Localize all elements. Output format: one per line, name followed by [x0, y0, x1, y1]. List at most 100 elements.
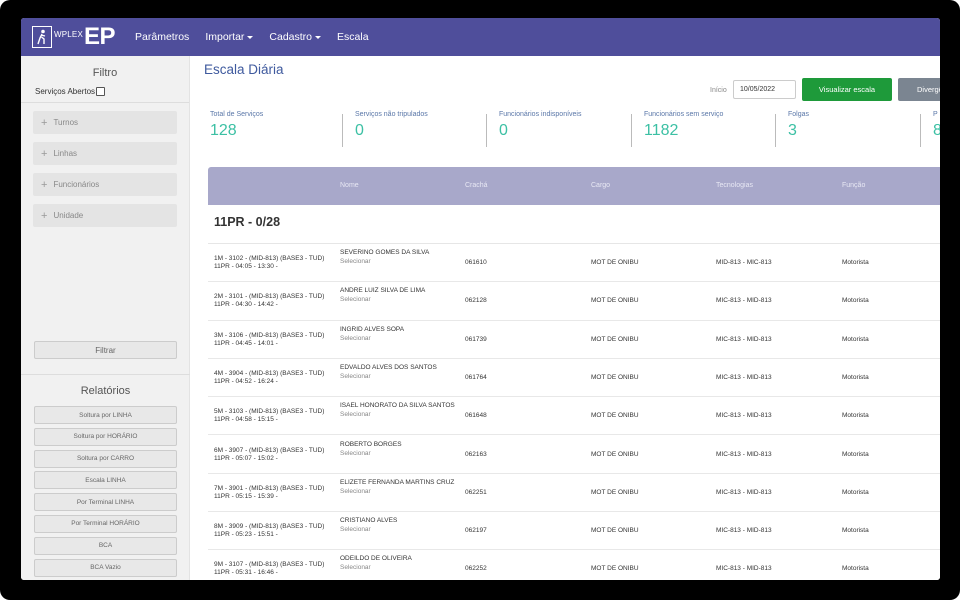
stat-label: Serviços não tripulados [355, 111, 428, 118]
function-cell: Motorista [842, 259, 869, 266]
table-row: 8M - 3909 - (MID-813) (BASE3 - TUD) 11PR … [208, 512, 940, 551]
logo-text-small: WPLEX [54, 30, 84, 39]
service-line: 4M - 3904 - (MID-813) (BASE3 - TUD) [214, 369, 325, 377]
nav-item-label: Escala [337, 31, 369, 43]
report-button[interactable]: Escala LINHA [34, 471, 177, 490]
service-cell: 8M - 3909 - (MID-813) (BASE3 - TUD) 11PR … [214, 523, 339, 539]
filter-section-linhas[interactable]: + Linhas [33, 142, 177, 165]
select-link[interactable]: Selecionar [340, 564, 371, 571]
report-button[interactable]: Soltura por LINHA [34, 406, 177, 424]
filter-section-funcionarios[interactable]: + Funcionários [33, 173, 177, 196]
date-input[interactable]: 10/05/2022 [733, 80, 796, 99]
table-row: 9M - 3107 - (MID-813) (BASE3 - TUD) 11PR … [208, 550, 940, 580]
employee-name: ROBERTO BORGES [340, 440, 402, 448]
employee-name: CRISTIANO ALVES [340, 517, 398, 525]
visualizar-escala-button[interactable]: Visualizar escala [802, 78, 892, 101]
filtrar-button[interactable]: Filtrar [34, 341, 177, 359]
stat-value: 128 [210, 122, 237, 139]
report-button[interactable]: Por Terminal HORÁRIO [34, 514, 177, 533]
divergencias-button[interactable]: Divergências [898, 78, 940, 101]
service-cell: 7M - 3901 - (MID-813) (BASE3 - TUD) 11PR … [214, 485, 339, 501]
function-cell: Motorista [842, 412, 869, 420]
employee-name: EDVALDO ALVES DOS SANTOS [340, 363, 437, 371]
person-icon [32, 26, 52, 48]
stat-label: Funcionários indisponíveis [499, 111, 582, 118]
nav-item-cadastro[interactable]: Cadastro [269, 31, 322, 43]
stat-value: 0 [499, 122, 508, 139]
stat-value: 3 [788, 122, 797, 139]
badge-number: 061648 [465, 412, 487, 420]
nav-item-escala[interactable]: Escala [337, 31, 369, 43]
page-title: Escala Diária [204, 62, 284, 77]
select-link[interactable]: Selecionar [340, 526, 371, 533]
function-cell: Motorista [842, 488, 869, 496]
filter-section-label: Linhas [53, 149, 78, 158]
service-cell: 3M - 3106 - (MID-813) (BASE3 - TUD) 11PR … [214, 332, 339, 348]
table-row: 4M - 3904 - (MID-813) (BASE3 - TUD) 11PR … [208, 359, 940, 398]
service-time: 11PR - 04:45 - 14:01 - [214, 339, 278, 347]
select-link[interactable]: Selecionar [340, 335, 371, 342]
column-header: Tecnologias [716, 182, 753, 189]
select-link[interactable]: Selecionar [340, 373, 371, 380]
report-button[interactable]: Soltura por HORÁRIO [34, 427, 177, 446]
select-link[interactable]: Selecionar [340, 296, 371, 303]
table-row: 1M - 3102 - (MID-813) (BASE3 - TUD) 11PR … [208, 244, 940, 283]
select-link[interactable]: Selecionar [340, 450, 371, 457]
filter-section-turnos[interactable]: + Turnos [33, 111, 177, 134]
caret-down-icon [315, 35, 322, 39]
function-cell: Motorista [842, 565, 869, 573]
badge-number: 061764 [465, 373, 487, 381]
report-button[interactable]: Por Terminal LINHA [34, 493, 177, 512]
table-header: Nome Crachá Cargo Tecnologias Função [208, 167, 940, 205]
nav-item-importar[interactable]: Importar [205, 31, 254, 43]
stat-divider [342, 114, 343, 147]
service-time: 11PR - 04:05 - 13:30 - [214, 263, 278, 270]
report-button[interactable]: Soltura por CARRO [34, 449, 177, 468]
select-link[interactable]: Selecionar [340, 258, 371, 265]
select-link[interactable]: Selecionar [340, 411, 371, 418]
function-cell: Motorista [842, 373, 869, 381]
servicos-abertos-checkbox[interactable] [96, 87, 106, 96]
caret-down-icon [247, 35, 254, 39]
app-logo[interactable]: WPLEX EP [32, 25, 116, 49]
filter-title: Filtro [92, 67, 118, 79]
service-line: 9M - 3107 - (MID-813) (BASE3 - TUD) [214, 561, 325, 569]
service-line: 8M - 3909 - (MID-813) (BASE3 - TUD) [214, 523, 325, 531]
top-navbar: WPLEX EP Parâmetros Importar Cadastro Escal… [21, 18, 940, 56]
report-button[interactable]: BCA Vazio [34, 558, 177, 577]
stat-card: Funcionários sem serviço 1182 [644, 111, 723, 149]
service-cell: 6M - 3907 - (MID-813) (BASE3 - TUD) 11PR … [214, 447, 339, 463]
nav-item-label: Cadastro [269, 31, 313, 43]
function-cell: Motorista [842, 297, 869, 305]
employee-name: INGRID ALVES SOPA [340, 325, 405, 333]
employee-name: ISAEL HONORATO DA SILVA SANTOS [340, 402, 455, 410]
service-line: 6M - 3907 - (MID-813) (BASE3 - TUD) [214, 446, 325, 454]
filter-sidebar: Filtro Serviços Abertos + Turnos + Linhas + F… [21, 56, 190, 580]
stat-label: Folgas [788, 111, 810, 118]
nav-item-parametros[interactable]: Parâmetros [135, 31, 189, 43]
stat-divider [920, 114, 921, 147]
report-button[interactable]: BCA [34, 536, 177, 555]
reports-title: Relatórios [80, 385, 131, 397]
service-cell: 2M - 3101 - (MID-813) (BASE3 - TUD) 11PR … [214, 293, 339, 309]
select-link[interactable]: Selecionar [340, 488, 371, 495]
filter-section-unidade[interactable]: + Unidade [33, 204, 177, 227]
reports-list: Soltura por LINHA Soltura por HORÁRIO Solt… [34, 406, 177, 580]
technologies-cell: MIC-813 - MID-813 [716, 412, 772, 420]
technologies-cell: MIC-813 - MID-813 [716, 527, 772, 535]
service-cell: 1M - 3102 - (MID-813) (BASE3 - TUD) 11PR … [214, 255, 339, 271]
technologies-cell: MIC-813 - MID-813 [716, 335, 772, 343]
group-title: 11PR - 0/28 [214, 215, 281, 229]
technologies-cell: MIC-813 - MID-813 [716, 450, 772, 458]
badge-number: 062128 [465, 297, 487, 305]
stat-card: Serviços não tripulados 0 [355, 111, 428, 149]
badge-number: 061610 [465, 259, 487, 266]
column-header: Crachá [465, 182, 488, 189]
filter-section-label: Unidade [53, 211, 84, 220]
service-time: 11PR - 05:15 - 15:39 - [214, 492, 278, 500]
servicos-abertos-label: Serviços Abertos [35, 87, 96, 96]
stat-card: P8 [933, 111, 940, 149]
servicos-abertos-row[interactable]: Serviços Abertos [35, 87, 189, 96]
employee-name: ANDRE LUIZ SILVA DE LIMA [340, 287, 426, 295]
service-line: 3M - 3106 - (MID-813) (BASE3 - TUD) [214, 331, 325, 339]
